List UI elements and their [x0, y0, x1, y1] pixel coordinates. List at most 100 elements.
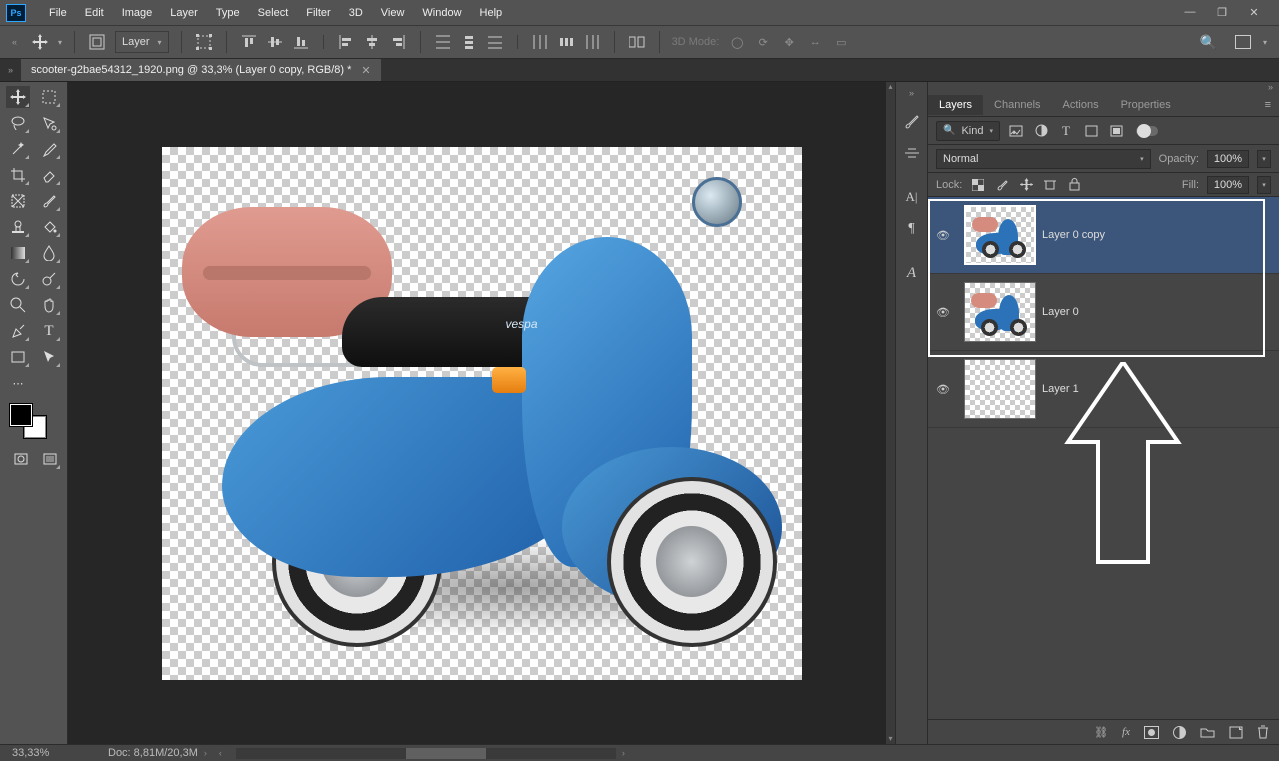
- layer-effects-icon[interactable]: fx: [1122, 726, 1130, 738]
- lock-pixels-icon[interactable]: [994, 178, 1010, 191]
- 3d-zoom-icon[interactable]: ▭: [831, 33, 851, 51]
- maximize-icon[interactable]: ❐: [1215, 6, 1229, 19]
- align-bottom-icon[interactable]: [291, 33, 311, 51]
- filter-adjust-icon[interactable]: [1032, 123, 1050, 139]
- panel-menu-icon[interactable]: ≡: [1265, 99, 1279, 111]
- tool-move[interactable]: [6, 86, 30, 108]
- menu-filter[interactable]: Filter: [297, 3, 339, 23]
- tool-frame[interactable]: [6, 190, 30, 212]
- visibility-icon[interactable]: 👁: [928, 229, 958, 242]
- paragraph-panel-icon[interactable]: ¶: [899, 216, 925, 242]
- menu-3d[interactable]: 3D: [340, 3, 372, 23]
- layer-name[interactable]: Layer 1: [1042, 383, 1079, 395]
- zoom-field[interactable]: 33,33%: [0, 747, 70, 759]
- layer-name[interactable]: Layer 0 copy: [1042, 229, 1105, 241]
- new-group-icon[interactable]: [1200, 726, 1215, 738]
- visibility-icon[interactable]: 👁: [928, 383, 958, 396]
- tool-quickmask[interactable]: [10, 448, 32, 470]
- layer-name[interactable]: Layer 0: [1042, 306, 1079, 318]
- filter-shape-icon[interactable]: [1082, 123, 1100, 139]
- align-left-icon[interactable]: [336, 33, 356, 51]
- tool-eyedropper[interactable]: [37, 138, 61, 160]
- tab-channels[interactable]: Channels: [983, 95, 1051, 115]
- auto-select-target[interactable]: Layer ▾: [115, 31, 169, 53]
- opacity-spin-icon[interactable]: ▾: [1257, 150, 1271, 168]
- layer-thumbnail[interactable]: [964, 359, 1036, 419]
- add-mask-icon[interactable]: [1144, 726, 1159, 739]
- search-icon[interactable]: 🔍: [1200, 34, 1217, 51]
- filter-pixel-icon[interactable]: [1007, 123, 1025, 139]
- menu-help[interactable]: Help: [471, 3, 512, 23]
- doc-info[interactable]: Doc: 8,81M/20,3M: [70, 747, 198, 759]
- workspace-switcher-icon[interactable]: [1235, 35, 1251, 49]
- collapse-right-icon[interactable]: »: [909, 88, 914, 98]
- tab-layers[interactable]: Layers: [928, 95, 983, 115]
- canvas-scrollbar-vertical[interactable]: ▴▾: [886, 82, 895, 744]
- tool-path-select[interactable]: [37, 346, 61, 368]
- align-top-icon[interactable]: [239, 33, 259, 51]
- brush-settings-panel-icon[interactable]: [899, 140, 925, 166]
- tool-history-brush[interactable]: [6, 268, 30, 290]
- auto-select-icon[interactable]: [87, 32, 107, 52]
- menu-edit[interactable]: Edit: [76, 3, 113, 23]
- menu-select[interactable]: Select: [249, 3, 298, 23]
- transform-controls-icon[interactable]: [194, 32, 214, 52]
- menu-type[interactable]: Type: [207, 3, 249, 23]
- minimize-icon[interactable]: —: [1183, 6, 1197, 19]
- tool-zoom[interactable]: [6, 294, 30, 316]
- tool-lasso[interactable]: [6, 112, 30, 134]
- collapse-dock-icon[interactable]: »: [928, 82, 1279, 94]
- brushes-panel-icon[interactable]: [899, 108, 925, 134]
- tool-shape[interactable]: [6, 346, 30, 368]
- layer-thumbnail[interactable]: [964, 205, 1036, 265]
- canvas-scrollbar-horizontal[interactable]: [236, 748, 616, 759]
- menu-window[interactable]: Window: [413, 3, 470, 23]
- tool-gradient[interactable]: [6, 242, 30, 264]
- tool-hand[interactable]: [37, 294, 61, 316]
- tool-type[interactable]: T: [37, 320, 61, 342]
- visibility-icon[interactable]: 👁: [928, 306, 958, 319]
- tool-blur[interactable]: [37, 242, 61, 264]
- align-vcenter-icon[interactable]: [265, 33, 285, 51]
- lock-transparency-icon[interactable]: [970, 179, 986, 191]
- document-tab[interactable]: scooter-g2bae54312_1920.png @ 33,3% (Lay…: [21, 59, 381, 81]
- collapse-options-icon[interactable]: «: [12, 37, 22, 47]
- tab-properties[interactable]: Properties: [1110, 95, 1182, 115]
- dist-vcenter-icon[interactable]: [459, 33, 479, 51]
- align-hcenter-icon[interactable]: [362, 33, 382, 51]
- tool-stamp[interactable]: [6, 216, 30, 238]
- glyphs-panel-icon[interactable]: A: [899, 260, 925, 286]
- layer-thumbnail[interactable]: [964, 282, 1036, 342]
- doc-info-chevron-icon[interactable]: ›: [198, 748, 213, 758]
- filter-smart-icon[interactable]: [1107, 123, 1125, 139]
- tool-eraser[interactable]: [37, 164, 61, 186]
- dist-top-icon[interactable]: [433, 33, 453, 51]
- tool-marquee[interactable]: [37, 86, 61, 108]
- tool-pen[interactable]: [6, 320, 30, 342]
- tool-quick-select[interactable]: [37, 112, 61, 134]
- dist-bottom-icon[interactable]: [485, 33, 505, 51]
- menu-image[interactable]: Image: [113, 3, 162, 23]
- align-right-icon[interactable]: [388, 33, 408, 51]
- character-panel-icon[interactable]: A|: [899, 184, 925, 210]
- tool-brush[interactable]: [37, 190, 61, 212]
- scroll-right-icon[interactable]: ›: [616, 748, 631, 758]
- layer-row[interactable]: 👁 Layer 1: [928, 351, 1279, 428]
- 3d-orbit-icon[interactable]: ◯: [727, 33, 747, 51]
- layer-row[interactable]: 👁 Layer 0 copy: [928, 197, 1279, 274]
- delete-layer-icon[interactable]: [1257, 725, 1269, 739]
- dist-hcenter-icon[interactable]: [556, 33, 576, 51]
- close-icon[interactable]: ✕: [1247, 6, 1261, 19]
- lock-all-icon[interactable]: [1066, 178, 1082, 191]
- layer-row[interactable]: 👁 Layer 0: [928, 274, 1279, 351]
- menu-layer[interactable]: Layer: [161, 3, 207, 23]
- canvas-area[interactable]: vespa ▴▾: [68, 82, 895, 744]
- link-layers-icon[interactable]: ⛓: [1094, 726, 1108, 739]
- filter-kind-dropdown[interactable]: 🔍 Kind ▾: [936, 121, 1000, 141]
- dist-left-icon[interactable]: [530, 33, 550, 51]
- color-swatches[interactable]: [6, 404, 61, 434]
- tab-actions[interactable]: Actions: [1052, 95, 1110, 115]
- menu-view[interactable]: View: [372, 3, 414, 23]
- filter-type-icon[interactable]: T: [1057, 123, 1075, 139]
- canvas[interactable]: vespa: [162, 147, 802, 680]
